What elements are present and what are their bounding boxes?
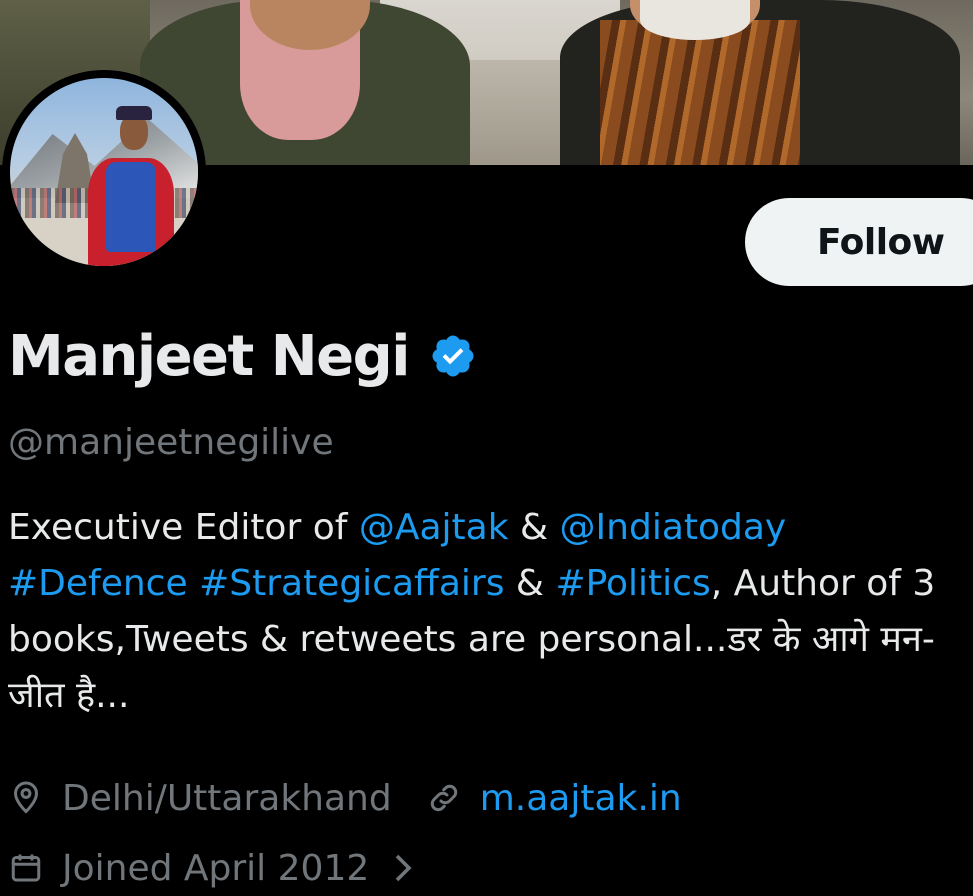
name-row: Manjeet Negi xyxy=(8,318,477,394)
bio-text: Executive Editor of xyxy=(8,507,359,548)
verified-badge-icon[interactable] xyxy=(429,332,477,380)
bio-hashtag-politics[interactable]: #Politics xyxy=(555,563,710,604)
bio-mention-indiatoday[interactable]: @Indiatoday xyxy=(560,507,787,548)
calendar-icon xyxy=(8,850,44,886)
chevron-right-icon[interactable] xyxy=(391,850,415,886)
bio-text: & xyxy=(504,563,556,604)
location-pin-icon xyxy=(8,780,44,816)
profile-joined-date: Joined April 2012 xyxy=(62,847,370,889)
avatar-person-vest xyxy=(106,162,156,252)
user-handle: @manjeetnegilive xyxy=(8,422,334,463)
follow-button[interactable]: Follow xyxy=(745,198,973,286)
link-icon xyxy=(426,780,462,816)
bio-hashtag-defence[interactable]: #Defence xyxy=(8,563,188,604)
bio-mention-aajtak[interactable]: @Aajtak xyxy=(359,507,509,548)
profile-meta-row: Delhi/Uttarakhand m.aajtak.in xyxy=(8,770,682,826)
bio-hashtag-strategicaffairs[interactable]: #Strategicaffairs xyxy=(199,563,504,604)
avatar-person-cap xyxy=(116,106,152,120)
bio-text xyxy=(188,563,199,604)
display-name: Manjeet Negi xyxy=(8,323,410,389)
banner-person-right-beard xyxy=(640,0,750,40)
profile-bio: Executive Editor of @Aajtak & @Indiatoda… xyxy=(8,500,958,724)
banner-person-right-scarf xyxy=(600,20,800,165)
bio-text: & xyxy=(508,507,560,548)
profile-website-link[interactable]: m.aajtak.in xyxy=(480,778,682,819)
avatar[interactable] xyxy=(10,78,198,266)
avatar-frame[interactable] xyxy=(2,70,206,274)
profile-location: Delhi/Uttarakhand xyxy=(62,777,392,819)
profile-joined-row: Joined April 2012 xyxy=(8,840,415,896)
